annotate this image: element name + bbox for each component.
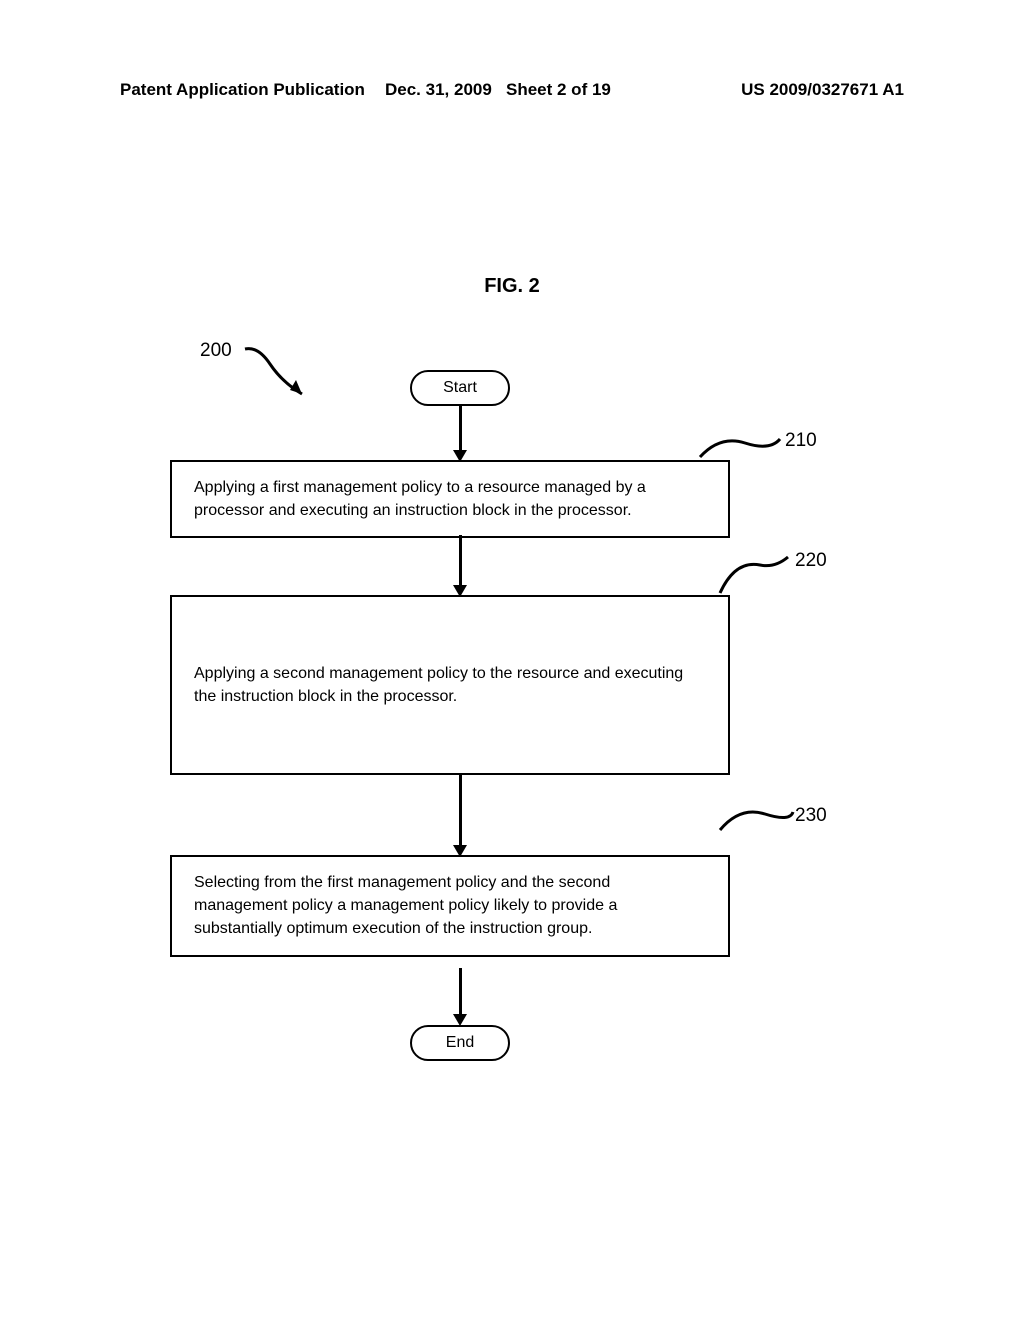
header-pub-number: US 2009/0327671 A1: [741, 80, 904, 100]
header-publication-type: Patent Application Publication: [120, 80, 365, 99]
header-sheet: Sheet 2 of 19: [506, 80, 611, 99]
leader-curve-200: [240, 344, 320, 409]
arrow-step1-to-step2: [459, 535, 462, 587]
header-date-sheet: Dec. 31, 2009 Sheet 2 of 19: [385, 80, 611, 100]
figure-title: FIG. 2: [0, 275, 1024, 298]
leader-curve-230: [715, 798, 795, 838]
step-3-text: Selecting from the first management poli…: [194, 874, 617, 937]
arrow-step3-to-end: [459, 968, 462, 1016]
page-header: Patent Application Publication Dec. 31, …: [120, 80, 904, 100]
arrow-step2-to-step3: [459, 775, 462, 847]
step-box-2: Applying a second management policy to t…: [170, 595, 730, 775]
reference-label-230: 230: [795, 805, 827, 827]
terminal-end: End: [410, 1025, 510, 1061]
reference-label-220: 220: [795, 550, 827, 572]
reference-label-200: 200: [200, 340, 232, 362]
terminal-start-label: Start: [443, 379, 477, 397]
step-2-text: Applying a second management policy to t…: [194, 662, 706, 708]
leader-curve-210: [695, 425, 785, 465]
page: Patent Application Publication Dec. 31, …: [0, 0, 1024, 1320]
reference-label-210: 210: [785, 430, 817, 452]
step-box-3: Selecting from the first management poli…: [170, 855, 730, 957]
leader-curve-220: [715, 545, 795, 600]
terminal-start: Start: [410, 370, 510, 406]
header-date: Dec. 31, 2009: [385, 80, 492, 99]
arrow-start-to-step1: [459, 406, 462, 452]
terminal-end-label: End: [446, 1034, 474, 1052]
step-1-text: Applying a first management policy to a …: [194, 479, 646, 519]
step-box-1: Applying a first management policy to a …: [170, 460, 730, 538]
